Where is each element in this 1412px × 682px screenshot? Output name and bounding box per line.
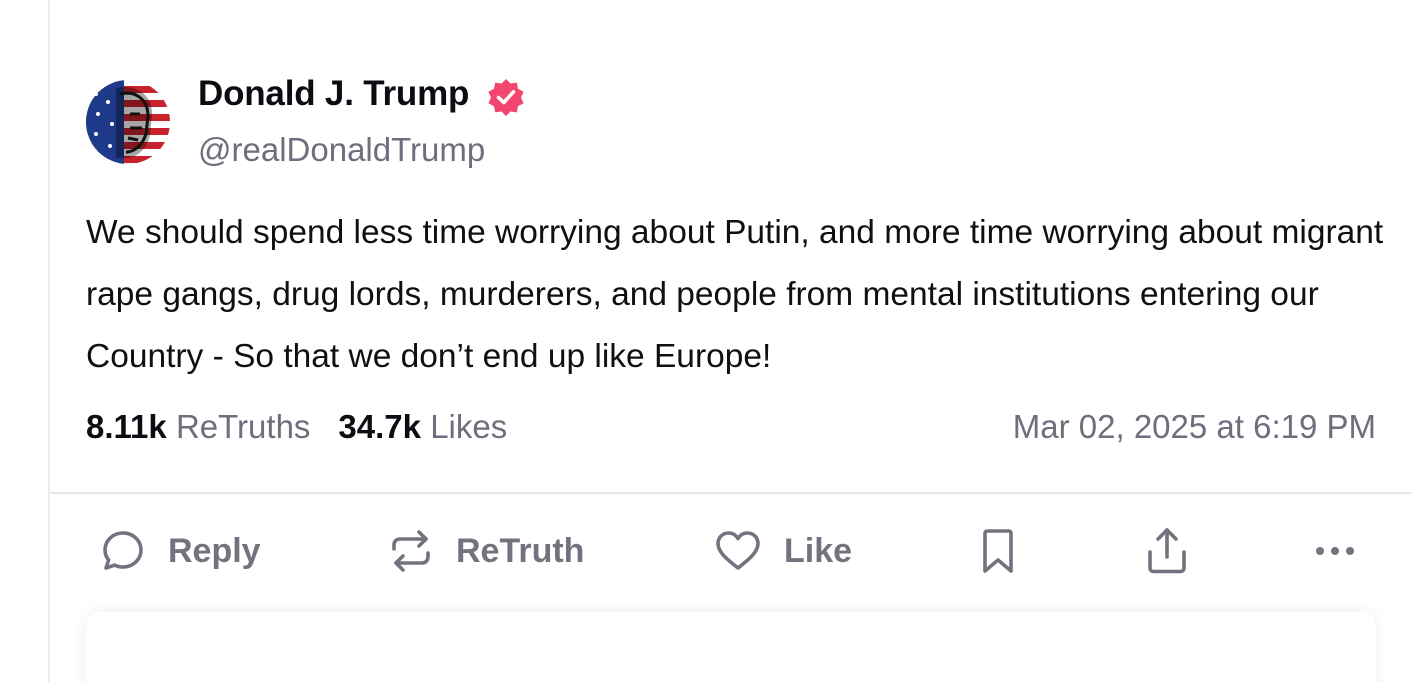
bookmark-button[interactable] — [978, 524, 1018, 578]
verified-badge-icon — [488, 79, 524, 116]
likes-stat[interactable]: 34.7k Likes — [338, 408, 507, 445]
truth-post: Donald J. Trump @realDonaldTrump We shou… — [50, 0, 1412, 682]
author-name[interactable]: Donald J. Trump — [198, 74, 469, 114]
retruths-count: 8.11k — [86, 408, 167, 445]
reply-label: Reply — [168, 531, 261, 570]
share-button[interactable] — [1144, 524, 1190, 578]
retruth-icon — [392, 530, 430, 572]
author-handle[interactable]: @realDonaldTrump — [198, 131, 485, 169]
post-timestamp[interactable]: Mar 02, 2025 at 6:19 PM — [1013, 408, 1376, 446]
likes-count: 34.7k — [338, 408, 422, 445]
post-stats: 8.11k ReTruths 34.7k Likes — [86, 408, 507, 446]
more-button[interactable] — [1312, 524, 1358, 578]
retruth-button[interactable]: ReTruth — [388, 524, 584, 578]
more-icon — [1316, 547, 1354, 555]
reply-composer-card — [86, 612, 1376, 682]
retruths-stat[interactable]: 8.11k ReTruths — [86, 408, 310, 445]
likes-label: Likes — [430, 408, 508, 445]
flag-portrait-avatar-icon — [86, 80, 170, 164]
heart-icon — [716, 531, 760, 570]
divider — [50, 492, 1412, 494]
retruths-label: ReTruths — [175, 408, 311, 445]
post-text: We should spend less time worrying about… — [86, 214, 1384, 375]
like-label: Like — [784, 531, 853, 570]
bookmark-icon — [983, 529, 1013, 573]
retruth-label: ReTruth — [456, 531, 585, 570]
reply-icon — [103, 531, 143, 570]
avatar[interactable] — [86, 80, 170, 164]
like-button[interactable]: Like — [714, 524, 852, 578]
share-icon — [1148, 528, 1186, 574]
reply-button[interactable]: Reply — [100, 524, 261, 578]
